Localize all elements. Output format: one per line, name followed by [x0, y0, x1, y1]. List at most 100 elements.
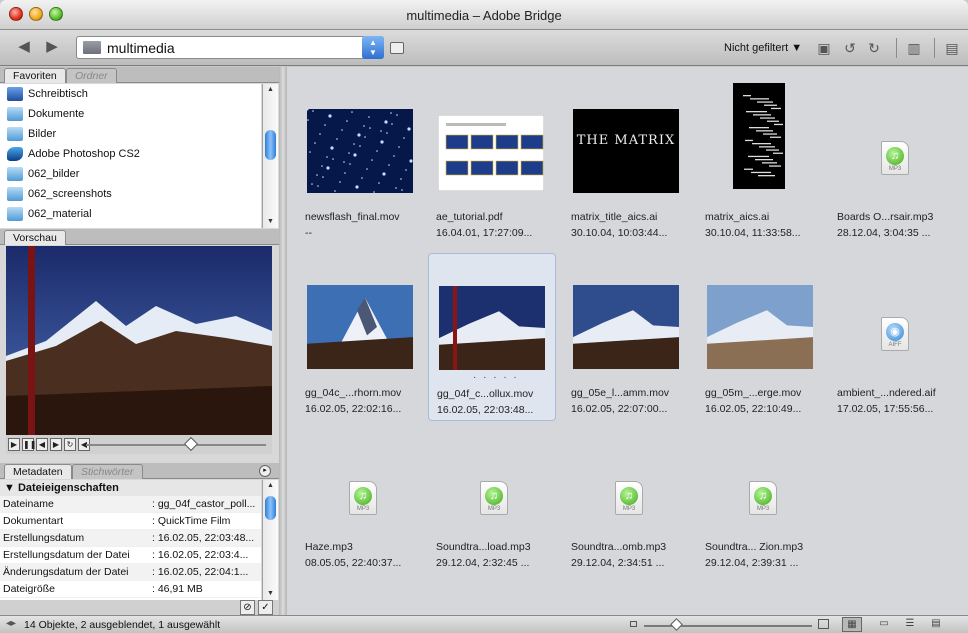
large-thumbnail-icon[interactable] — [818, 619, 829, 629]
thumbnail-size-slider[interactable] — [644, 625, 812, 627]
go-up-folder-icon[interactable] — [390, 42, 404, 54]
scroll-up-icon[interactable]: ▲ — [263, 84, 278, 96]
file-thumbnail-image — [438, 115, 544, 191]
loop-icon[interactable]: ↻ — [64, 438, 76, 451]
metadata-value: : 46,91 MB — [152, 583, 203, 595]
rating-dots[interactable]: · · · · · — [473, 372, 519, 383]
thumbnail-view-icon[interactable]: ▦ — [842, 617, 862, 632]
thumbnail-size-knob[interactable] — [670, 618, 683, 631]
file-thumbnail-cell[interactable]: newsflash_final.mov -- — [297, 77, 425, 245]
new-folder-icon[interactable]: ▣ — [816, 40, 832, 56]
playback-slider-knob[interactable] — [183, 436, 199, 452]
filmstrip-view-icon[interactable]: ▭ — [874, 617, 894, 632]
mp3-file-icon: ♫ MP3 — [615, 481, 643, 515]
file-thumbnail-image — [707, 285, 813, 369]
title-bar: multimedia – Adobe Bridge — [0, 0, 968, 30]
path-dropdown-icon[interactable]: ▲ ▼ — [362, 36, 384, 59]
back-arrow-icon[interactable]: ◀ — [14, 38, 34, 56]
toolbar: ◀ ▶ multimedia ▲ ▼ Nicht gefiltert ▼ ▣ ↺ … — [0, 30, 968, 66]
pause-icon[interactable]: ❚❚ — [22, 438, 36, 451]
toggle-panels-icon[interactable]: ◂▸ — [6, 618, 16, 629]
file-date: 16.02.05, 22:10:49... — [705, 403, 802, 415]
mp3-file-icon: ♫ MP3 — [881, 141, 909, 175]
file-thumbnail-cell[interactable]: matrix_aics.ai 30.10.04, 11:33:58... — [697, 77, 825, 245]
mp3-file-icon: ♫ MP3 — [480, 481, 508, 515]
file-thumbnail-cell[interactable]: gg_05e_l...amm.mov 16.02.05, 22:07:00... — [563, 253, 691, 421]
small-thumbnail-icon[interactable] — [630, 621, 637, 627]
details-view-icon[interactable]: ☰ — [900, 617, 920, 632]
file-date: -- — [305, 227, 312, 239]
file-thumbnail-cell[interactable]: ◉ AIFF ambient_...ndered.aif 17.02.05, 17:5… — [829, 253, 957, 421]
scroll-down-icon[interactable]: ▼ — [263, 588, 278, 600]
file-thumbnail-cell[interactable]: THE MATRIX matrix_title_aics.ai 30.10.04, … — [563, 77, 691, 245]
tab-metadata[interactable]: Metadaten — [4, 464, 72, 479]
panel-menu-icon[interactable]: ▸ — [259, 465, 271, 477]
file-name: Soundtra... Zion.mp3 — [705, 541, 804, 553]
status-bar: ◂▸ 14 Objekte, 2 ausgeblendet, 1 ausgewä… — [0, 615, 968, 633]
rotate-left-icon[interactable]: ↺ — [842, 40, 858, 56]
file-type-label: MP3 — [888, 166, 902, 172]
tab-folders[interactable]: Ordner — [66, 68, 117, 83]
rotate-right-icon[interactable]: ↻ — [866, 40, 882, 56]
file-thumbnail-cell[interactable]: gg_05m_...erge.mov 16.02.05, 22:10:49... — [697, 253, 825, 421]
file-name: Boards O...rsair.mp3 — [837, 211, 934, 223]
step-forward-icon[interactable]: ▶ — [50, 438, 62, 451]
file-thumbnail-cell[interactable]: ♫ MP3 Soundtra... Zion.mp3 29.12.04, 2:39:3… — [697, 447, 825, 615]
playback-slider[interactable] — [86, 444, 266, 446]
trash-icon[interactable]: ▥ — [906, 40, 922, 56]
file-thumbnail-cell[interactable]: ♫ MP3 Haze.mp3 08.05.05, 22:40:37... — [297, 447, 425, 615]
panel-splitter[interactable] — [279, 67, 287, 615]
matrix-title-text: THE MATRIX — [576, 133, 676, 148]
metadata-key: Dokumentart — [3, 515, 64, 527]
tab-favorites[interactable]: Favoriten — [4, 68, 66, 83]
favorite-item[interactable]: 062_bilder — [0, 164, 261, 184]
file-thumbnail-cell[interactable]: · · · · · gg_04f_c...ollux.mov 16.02.05, 2… — [428, 253, 556, 421]
apply-checkmark-icon[interactable]: ✓ — [258, 600, 273, 615]
cancel-icon[interactable]: ⊘ — [240, 600, 255, 615]
filter-dropdown[interactable]: Nicht gefiltert ▼ — [724, 42, 802, 54]
file-name: Soundtra...load.mp3 — [436, 541, 531, 553]
compact-mode-icon[interactable]: ▤ — [944, 40, 960, 56]
path-selector[interactable]: multimedia ▲ ▼ — [76, 36, 384, 59]
step-back-icon[interactable]: ◀ — [36, 438, 48, 451]
scroll-up-icon[interactable]: ▲ — [263, 480, 278, 492]
scroll-down-icon[interactable]: ▼ — [263, 216, 278, 228]
favorite-label: Schreibtisch — [28, 88, 88, 100]
play-icon[interactable]: ▶ — [8, 438, 20, 451]
favorite-item[interactable]: Dokumente — [0, 104, 261, 124]
file-date: 16.02.05, 22:03:48... — [437, 404, 534, 416]
toolbar-divider — [896, 38, 897, 58]
favorites-tabbar: Favoriten Ordner — [0, 67, 279, 83]
scroll-thumb[interactable] — [265, 496, 276, 520]
versions-view-icon[interactable]: ▤ — [926, 617, 946, 632]
file-date: 16.02.05, 22:07:00... — [571, 403, 668, 415]
favorite-item[interactable]: Bilder — [0, 124, 261, 144]
metadata-section-header[interactable]: ▼ Dateieigenschaften — [0, 480, 261, 496]
metadata-scrollbar[interactable]: ▲ ▼ — [262, 480, 278, 600]
file-thumbnail-cell[interactable]: ♫ MP3 Soundtra...omb.mp3 29.12.04, 2:34:51 … — [563, 447, 691, 615]
file-thumbnail-cell[interactable]: ♫ MP3 Boards O...rsair.mp3 28.12.04, 3:04:3… — [829, 77, 957, 245]
file-thumbnail-cell[interactable]: ae_tutorial.pdf 16.04.01, 17:27:09... — [428, 77, 556, 245]
file-type-label: AIFF — [888, 342, 902, 348]
music-note-icon: ♫ — [354, 487, 372, 505]
file-name: Haze.mp3 — [305, 541, 353, 553]
favorite-item[interactable]: Schreibtisch — [0, 84, 261, 104]
file-thumbnail-cell[interactable]: gg_04c_...rhorn.mov 16.02.05, 22:02:16... — [297, 253, 425, 421]
forward-arrow-icon[interactable]: ▶ — [42, 38, 62, 56]
favorite-item[interactable]: 062_screenshots — [0, 184, 261, 204]
folder-icon — [7, 107, 23, 121]
music-note-icon: ♫ — [620, 487, 638, 505]
metadata-row: Dateigröße: 46,91 MB — [0, 581, 261, 598]
favorite-item[interactable]: 062_material — [0, 204, 261, 224]
metadata-row: Änderungsdatum der Datei: 16.02.05, 22:0… — [0, 564, 261, 581]
favorites-scrollbar[interactable]: ▲ ▼ — [262, 84, 278, 228]
metadata-key: Dateiname — [3, 498, 54, 510]
favorite-item[interactable]: Adobe Photoshop CS2 — [0, 144, 261, 164]
tab-preview[interactable]: Vorschau — [4, 230, 66, 245]
file-thumbnail-image — [439, 286, 545, 370]
file-thumbnail-cell[interactable]: ♫ MP3 Soundtra...load.mp3 29.12.04, 2:32:45… — [428, 447, 556, 615]
favorites-list: Schreibtisch Dokumente Bilder Adobe Photosh… — [0, 84, 261, 228]
favorite-label: 062_material — [28, 208, 92, 220]
scroll-thumb[interactable] — [265, 130, 276, 160]
tab-keywords[interactable]: Stichwörter — [72, 464, 143, 479]
